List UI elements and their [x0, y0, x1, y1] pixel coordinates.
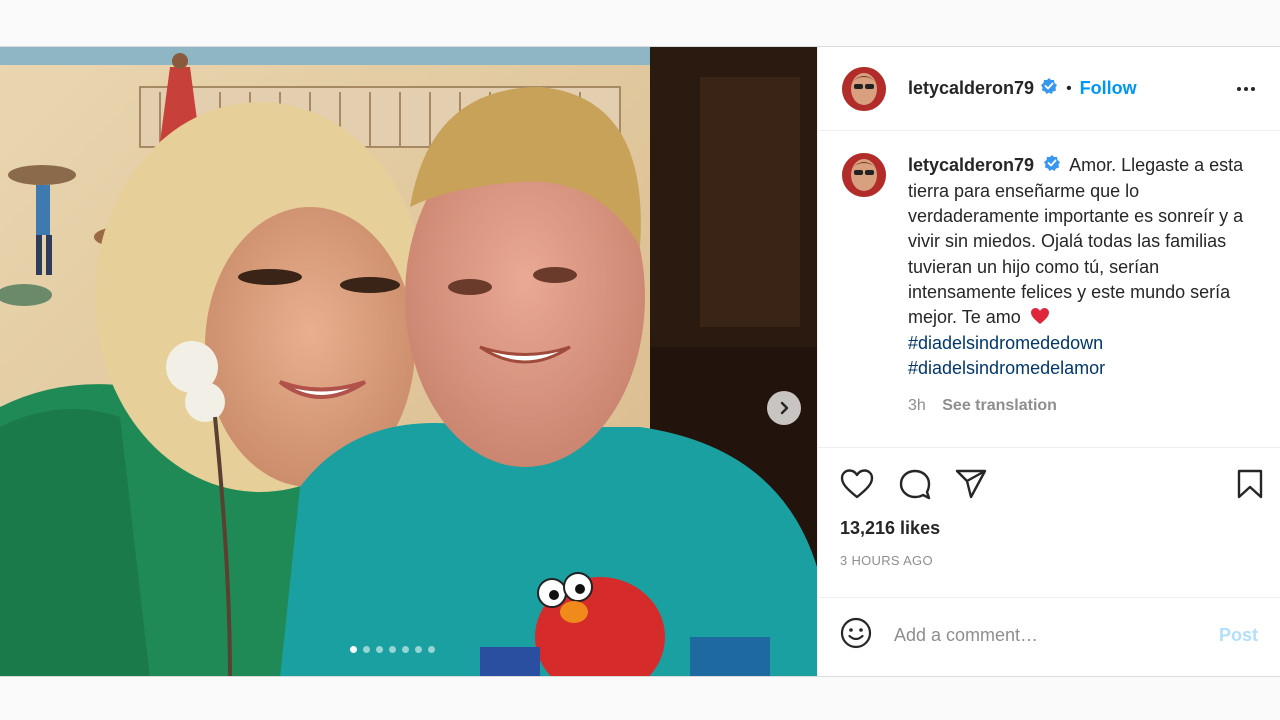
post-media[interactable] [0, 47, 817, 676]
comment-bubble-icon[interactable] [898, 468, 932, 505]
carousel-dot [389, 646, 396, 653]
post-header: letycalderon79 • Follow [818, 47, 1280, 131]
caption-text: Amor. Llegaste a esta tierra para enseña… [908, 155, 1244, 328]
caption-time[interactable]: 3h [908, 397, 926, 414]
bookmark-icon[interactable] [1236, 468, 1264, 505]
carousel-next-button[interactable] [767, 391, 801, 425]
carousel-indicator [350, 646, 435, 653]
separator-bullet: • [1066, 79, 1072, 97]
carousel-dot [428, 646, 435, 653]
instagram-post: letycalderon79 • Follow letycalderon79 A… [0, 46, 1280, 677]
smiley-icon[interactable] [840, 617, 872, 654]
carousel-dot [363, 646, 370, 653]
caption-meta: 3h See translation [908, 393, 1248, 418]
caption-area: letycalderon79 Amor. Llegaste a esta tie… [818, 131, 1280, 448]
caption-username[interactable]: letycalderon79 [908, 155, 1034, 175]
carousel-dot [376, 646, 383, 653]
chevron-right-icon [780, 401, 789, 415]
avatar[interactable] [842, 153, 886, 197]
action-bar [818, 448, 1280, 518]
comment-composer: Post [818, 597, 1280, 673]
hashtag-link[interactable]: #diadelsindromedelamor [908, 356, 1248, 381]
selfie-photo [0, 47, 817, 676]
follow-button[interactable]: Follow [1080, 78, 1137, 99]
post-timestamp[interactable]: 3 HOURS AGO [818, 550, 1280, 597]
red-heart-icon [1030, 308, 1049, 325]
verified-badge-icon [1043, 154, 1061, 179]
carousel-dot [350, 646, 357, 653]
post-username[interactable]: letycalderon79 [908, 78, 1034, 99]
heart-icon[interactable] [840, 468, 874, 505]
hashtag-link[interactable]: #diadelsindromededown [908, 331, 1248, 356]
likes-count[interactable]: 13,216 likes [818, 518, 1280, 550]
post-side-panel: letycalderon79 • Follow letycalderon79 A… [817, 47, 1280, 676]
more-options-icon[interactable] [1234, 77, 1258, 106]
see-translation-button[interactable]: See translation [942, 397, 1057, 414]
carousel-dot [415, 646, 422, 653]
avatar[interactable] [842, 66, 886, 111]
post-comment-button[interactable]: Post [1219, 625, 1258, 646]
comment-input[interactable] [894, 625, 1219, 646]
carousel-dot [402, 646, 409, 653]
caption: letycalderon79 Amor. Llegaste a esta tie… [908, 153, 1248, 447]
paper-plane-icon[interactable] [954, 468, 988, 505]
verified-badge-icon [1040, 77, 1058, 100]
